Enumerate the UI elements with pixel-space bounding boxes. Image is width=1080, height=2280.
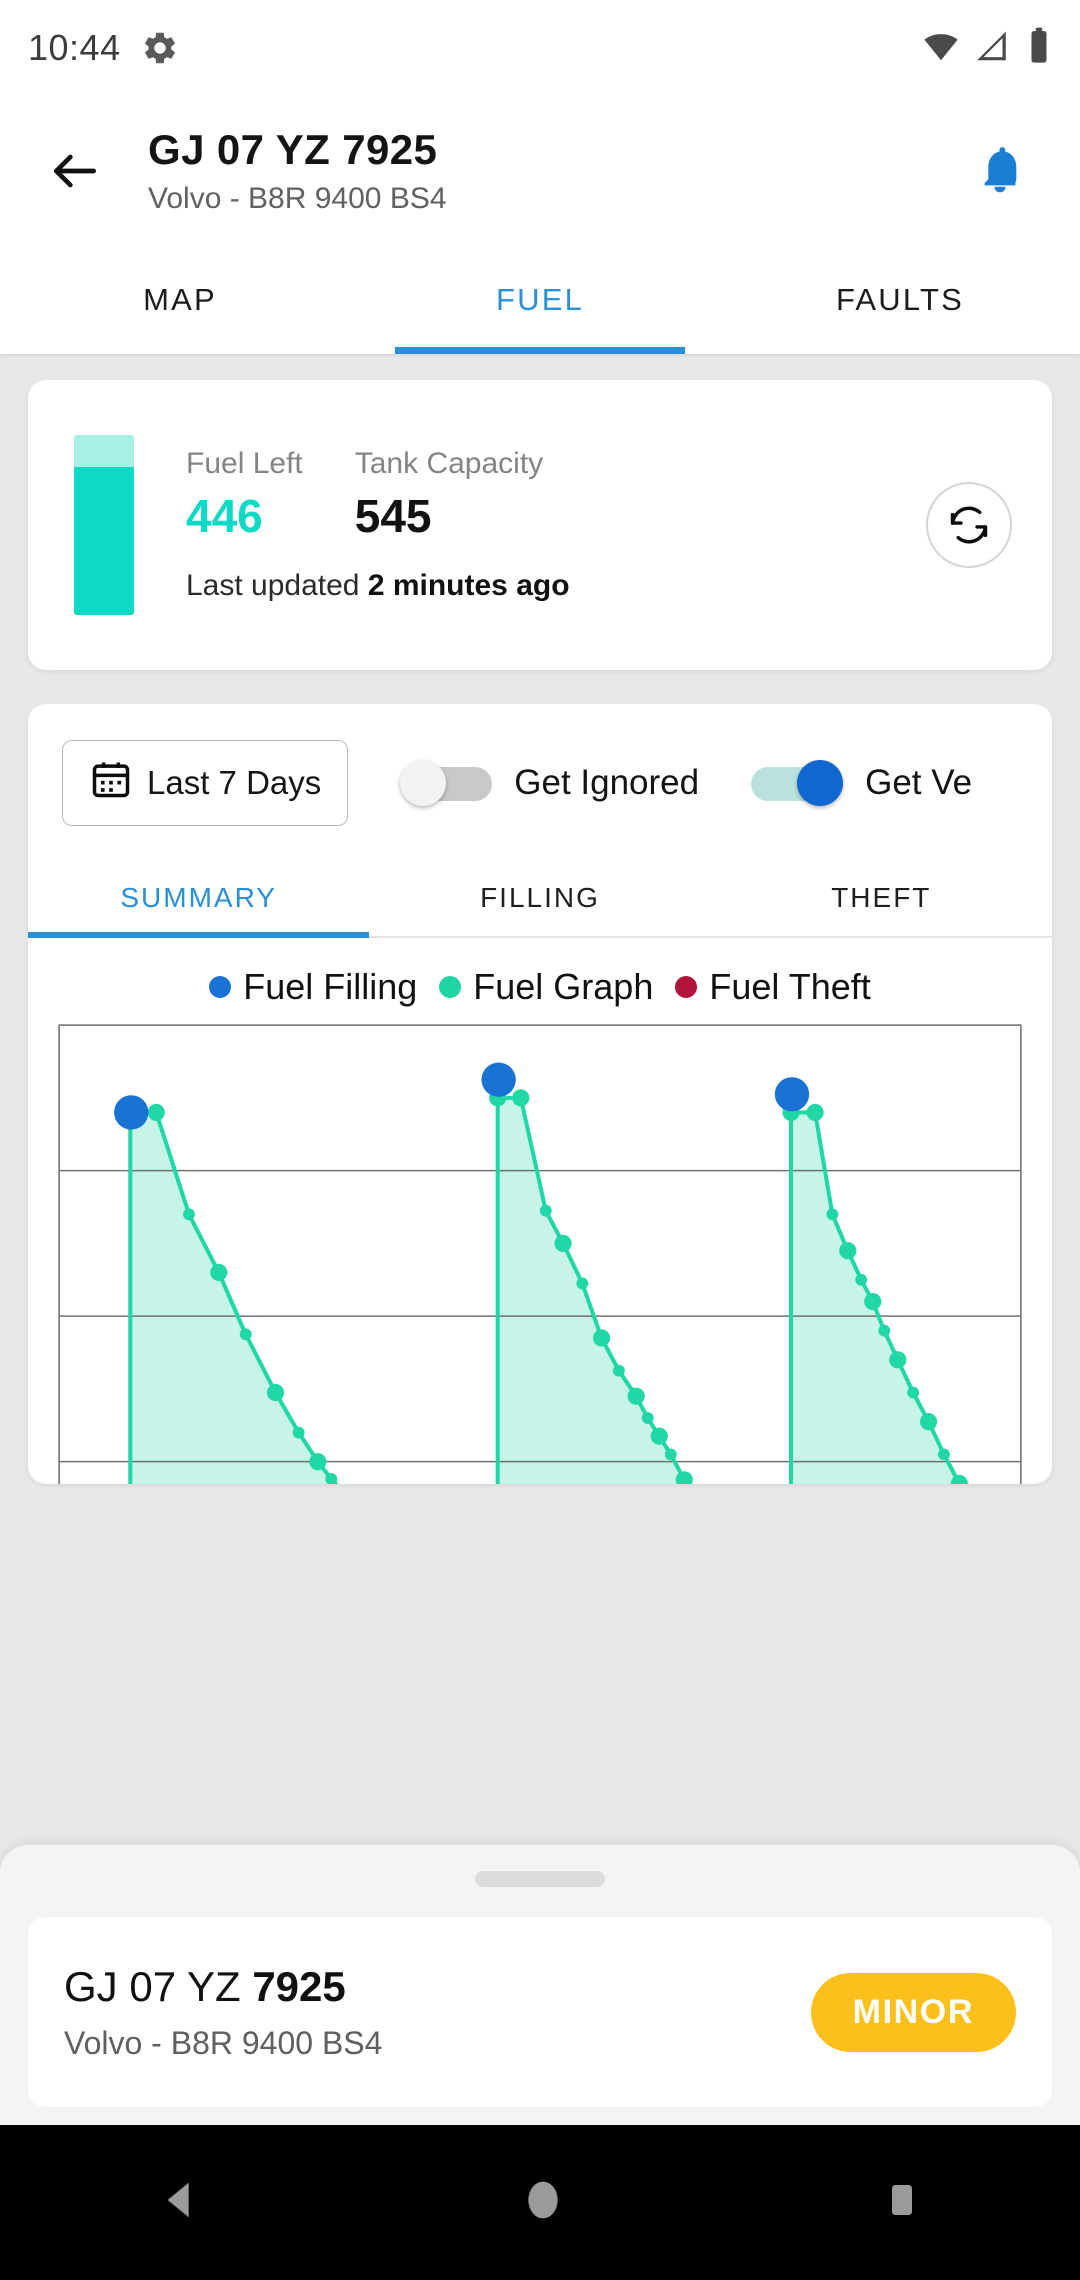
- get-ignored-label: Get Ignored: [514, 763, 700, 802]
- switch-thumb: [400, 760, 447, 806]
- main-tabs: MAP FUEL FAULTS: [0, 246, 1080, 354]
- back-button[interactable]: [40, 136, 110, 206]
- date-range-label: Last 7 Days: [147, 764, 322, 801]
- fuel-chart-card: Last 7 Days Get Ignored Get Ve SUMMARY F…: [28, 704, 1052, 1484]
- fuel-gauge-bar: [74, 435, 134, 615]
- tab-fuel[interactable]: FUEL: [360, 246, 720, 354]
- status-badge: MINOR: [810, 1972, 1016, 2052]
- tank-capacity-block: Tank Capacity 545: [355, 447, 543, 543]
- tank-capacity-label: Tank Capacity: [354, 447, 544, 480]
- vehicle-summary-text: GJ 07 YZ 7925 Volvo - B8R 9400 BS4: [64, 1963, 382, 2062]
- fuel-area-chart[interactable]: [56, 1022, 1024, 1484]
- legend-label-fuel-graph: Fuel Graph: [473, 966, 654, 1007]
- app-bar: GJ 07 YZ 7925 Volvo - B8R 9400 BS4: [0, 96, 1080, 246]
- refresh-button[interactable]: [926, 482, 1012, 568]
- plate-prefix: GJ 07 YZ: [64, 1962, 253, 2010]
- tab-faults[interactable]: FAULTS: [720, 246, 1080, 354]
- get-verified-switch[interactable]: [751, 760, 844, 806]
- fuel-info: Fuel Left 446 Tank Capacity 545 Last upd…: [186, 447, 570, 603]
- subtab-theft[interactable]: THEFT: [711, 862, 1052, 936]
- last-updated-value: 2 minutes ago: [367, 569, 570, 602]
- get-verified-toggle-group[interactable]: Get Ve: [751, 760, 972, 806]
- circle-home-icon[interactable]: [521, 2178, 565, 2227]
- date-range-button[interactable]: Last 7 Days: [62, 740, 349, 826]
- legend-dot-fuel-theft: [675, 976, 698, 998]
- subtab-filling[interactable]: FILLING: [369, 862, 710, 936]
- app-bar-titles: GJ 07 YZ 7925 Volvo - B8R 9400 BS4: [148, 126, 447, 216]
- last-updated-text: Last updated 2 minutes ago: [186, 569, 570, 603]
- legend-item-fuel-filling: Fuel Filling: [209, 966, 417, 1008]
- chart-plot-area[interactable]: [28, 1022, 1052, 1484]
- legend-item-fuel-graph: Fuel Graph: [439, 966, 653, 1008]
- legend-dot-fuel-graph: [439, 976, 462, 998]
- android-nav-bar: [0, 2125, 1080, 2280]
- get-ignored-switch[interactable]: [400, 760, 493, 806]
- chart-controls: Last 7 Days Get Ignored Get Ve: [28, 704, 1052, 846]
- fuel-left-label: Fuel Left: [186, 447, 303, 480]
- status-time: 10:44: [28, 27, 121, 68]
- bell-icon[interactable]: [972, 141, 1028, 202]
- bottom-sheet[interactable]: GJ 07 YZ 7925 Volvo - B8R 9400 BS4 MINOR: [0, 1845, 1080, 2125]
- triangle-back-icon[interactable]: [158, 2177, 204, 2228]
- vehicle-plate: GJ 07 YZ 7925: [64, 1963, 382, 2011]
- vehicle-model: Volvo - B8R 9400 BS4: [64, 2024, 383, 2061]
- gear-icon: [141, 29, 179, 67]
- legend-label-fuel-filling: Fuel Filling: [243, 966, 418, 1007]
- get-ignored-toggle-group[interactable]: Get Ignored: [400, 760, 699, 806]
- square-recents-icon[interactable]: [882, 2180, 922, 2225]
- fuel-gauge-fill: [74, 467, 134, 615]
- fuel-left-block: Fuel Left 446: [186, 447, 303, 543]
- subtab-summary[interactable]: SUMMARY: [28, 862, 370, 938]
- chart-legend: Fuel Filling Fuel Graph Fuel Theft: [28, 938, 1052, 1022]
- last-updated-prefix: Last updated: [186, 569, 368, 602]
- legend-label-fuel-theft: Fuel Theft: [709, 966, 871, 1007]
- get-verified-label: Get Ve: [865, 763, 973, 802]
- plate-number: 7925: [252, 1962, 346, 2010]
- legend-dot-fuel-filling: [209, 976, 232, 998]
- fuel-values-row: Fuel Left 446 Tank Capacity 545: [186, 447, 570, 543]
- legend-item-fuel-theft: Fuel Theft: [675, 966, 871, 1008]
- signal-icon: [974, 27, 1012, 70]
- tank-capacity-value: 545: [354, 490, 432, 542]
- status-icons: [922, 26, 1052, 71]
- status-bar: 10:44: [0, 0, 1080, 96]
- page-title: GJ 07 YZ 7925: [148, 125, 438, 173]
- vehicle-model-subtitle: Volvo - B8R 9400 BS4: [148, 182, 447, 216]
- chart-sub-tabs: SUMMARY FILLING THEFT: [28, 862, 1052, 938]
- content-scroll: Fuel Left 446 Tank Capacity 545 Last upd…: [0, 354, 1080, 1484]
- drag-handle-icon[interactable]: [475, 1871, 605, 1887]
- vehicle-summary-card[interactable]: GJ 07 YZ 7925 Volvo - B8R 9400 BS4 MINOR: [28, 1917, 1052, 2107]
- wifi-icon: [922, 27, 960, 70]
- battery-icon: [1026, 26, 1052, 71]
- fuel-left-value: 446: [186, 490, 263, 542]
- switch-thumb: [797, 760, 844, 806]
- fuel-summary-card: Fuel Left 446 Tank Capacity 545 Last upd…: [28, 380, 1052, 670]
- calendar-icon: [89, 757, 133, 809]
- tab-map[interactable]: MAP: [0, 246, 360, 354]
